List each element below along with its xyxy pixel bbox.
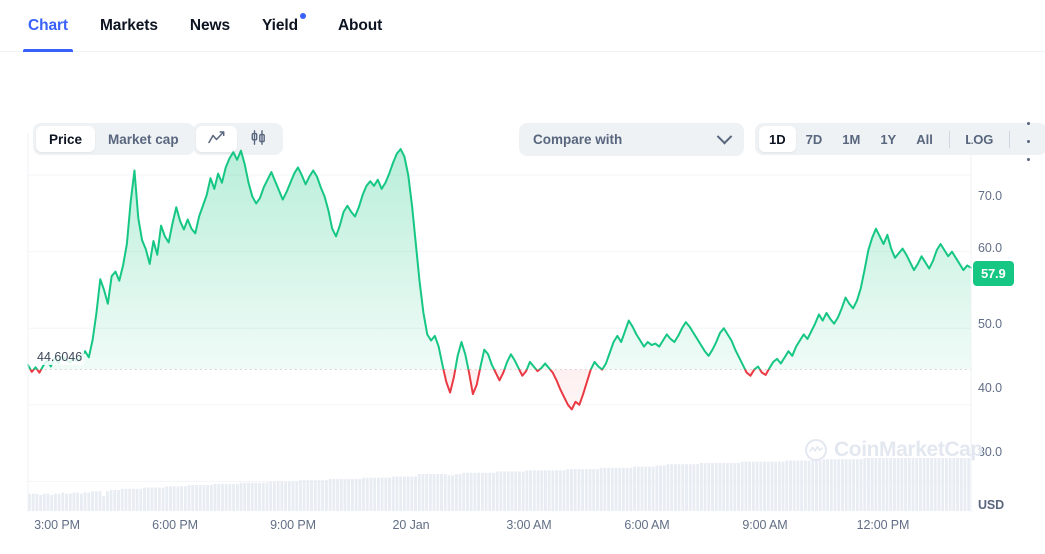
price-chart[interactable]: 70.0 60.0 50.0 40.0 30.0 USD 44.6046 57.… xyxy=(0,122,1045,554)
tab-news[interactable]: News xyxy=(190,0,230,52)
current-price-badge: 57.9 xyxy=(973,261,1014,286)
x-tick-4: 3:00 AM xyxy=(506,518,552,532)
chart-canvas[interactable] xyxy=(0,122,1045,554)
x-tick-1: 6:00 PM xyxy=(152,518,198,532)
tab-news-label: News xyxy=(189,17,230,34)
reference-price-label: 44.6046 xyxy=(35,349,85,365)
tab-bar: Chart Markets News Yield About xyxy=(0,0,1045,52)
tab-yield[interactable]: Yield xyxy=(262,0,306,52)
tab-chart-label: Chart xyxy=(28,17,68,34)
volume-bars xyxy=(28,458,971,511)
new-indicator-dot-icon xyxy=(299,13,306,19)
y-tick-40: 40.0 xyxy=(978,381,1002,395)
tab-about[interactable]: About xyxy=(338,0,382,52)
x-tick-6: 9:00 AM xyxy=(742,518,788,532)
tab-markets[interactable]: Markets xyxy=(100,0,158,52)
tab-chart[interactable]: Chart xyxy=(23,0,73,52)
tab-markets-label: Markets xyxy=(99,17,158,34)
tab-yield-label: Yield xyxy=(261,17,298,34)
y-tick-30: 30.0 xyxy=(978,445,1002,459)
y-tick-60: 60.0 xyxy=(978,241,1002,255)
y-tick-70: 70.0 xyxy=(978,189,1002,203)
x-tick-7: 12:00 PM xyxy=(856,518,910,532)
x-tick-3: 20 Jan xyxy=(392,518,430,532)
chart-area-fill xyxy=(28,149,971,410)
x-tick-5: 6:00 AM xyxy=(624,518,670,532)
tab-about-label: About xyxy=(337,17,383,34)
x-tick-2: 9:00 PM xyxy=(270,518,316,532)
x-tick-0: 3:00 PM xyxy=(34,518,80,532)
y-axis-currency-label: USD xyxy=(978,498,1005,512)
chart-toolbar: Price Market cap Compare with 1D 7D 1M 1… xyxy=(0,52,1045,161)
y-tick-50: 50.0 xyxy=(978,317,1002,331)
cmc-chart-page: Chart Markets News Yield About Price Mar… xyxy=(0,0,1045,554)
